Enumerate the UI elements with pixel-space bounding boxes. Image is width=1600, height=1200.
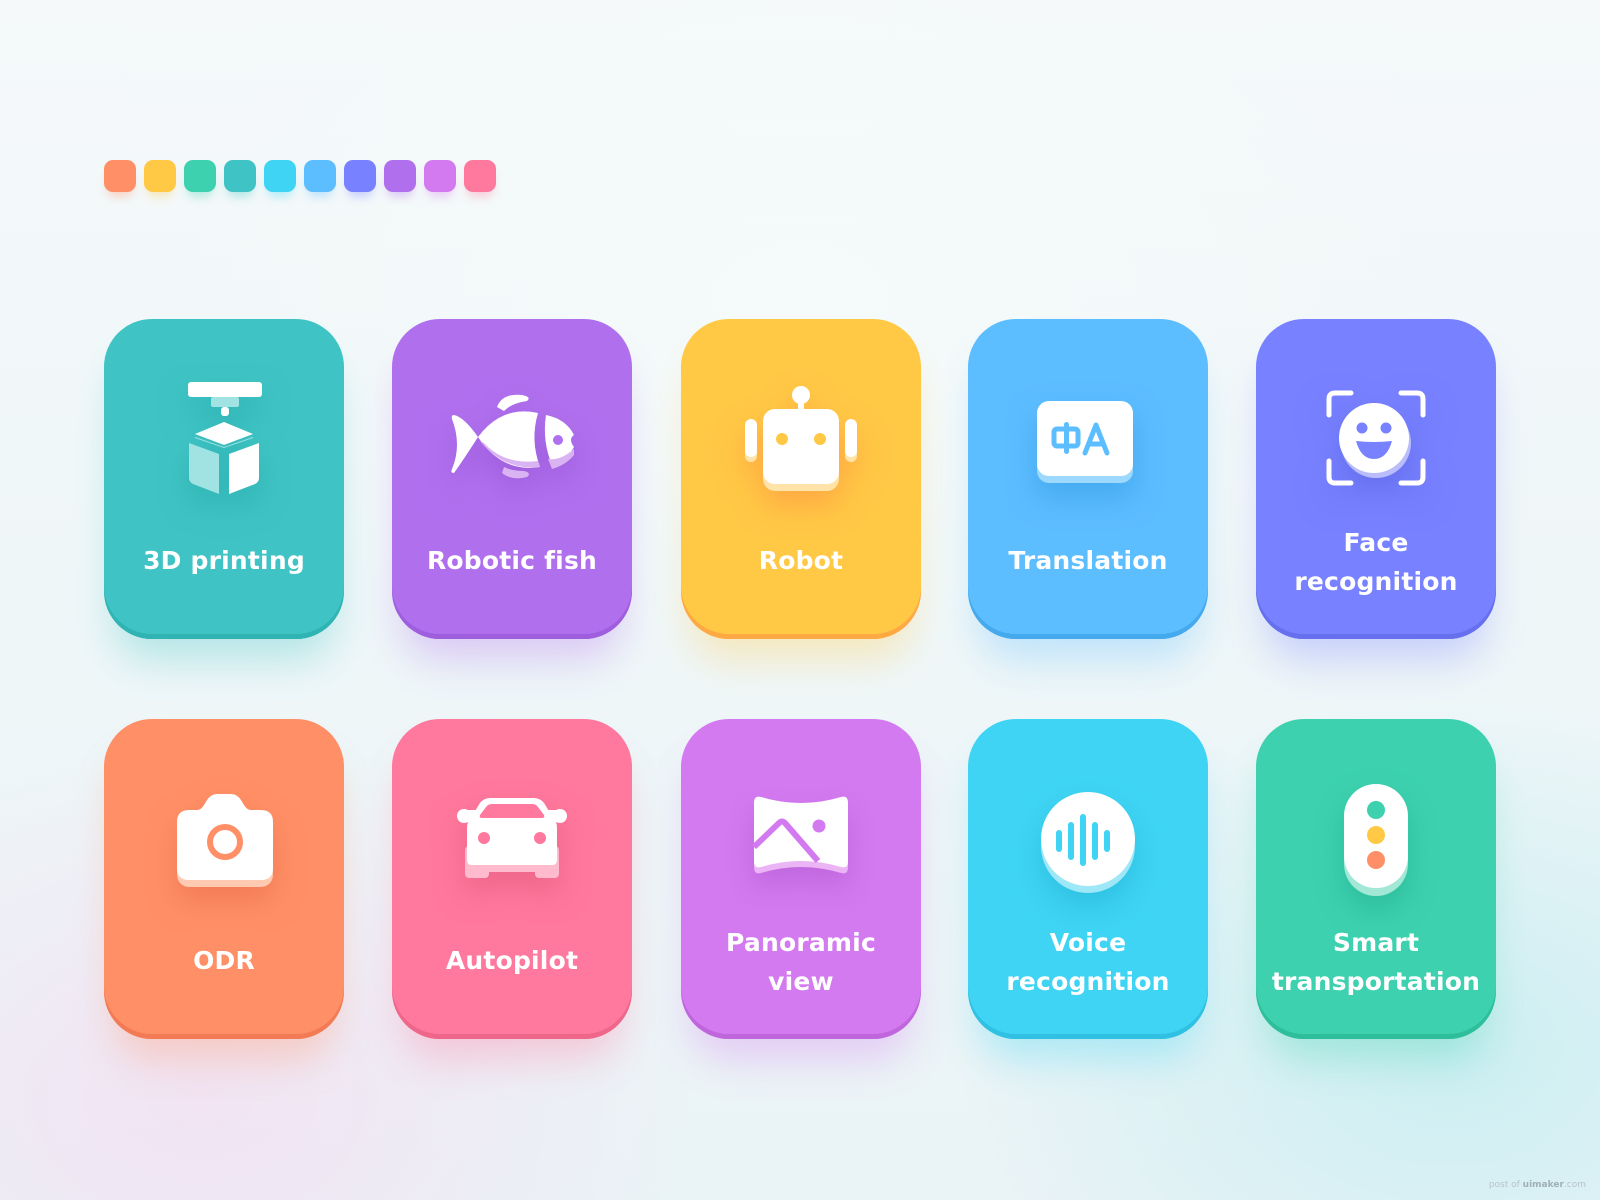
card-robotic-fish[interactable]: Robotic fish bbox=[392, 319, 632, 639]
card-panoramic-view[interactable]: Panoramic view bbox=[681, 719, 921, 1039]
swatch-yellow bbox=[144, 160, 176, 192]
panorama-icon bbox=[731, 775, 871, 905]
card-autopilot[interactable]: Autopilot bbox=[392, 719, 632, 1039]
swatch-purple bbox=[384, 160, 416, 192]
card-label: Translation bbox=[1008, 546, 1168, 575]
card-label: ODR bbox=[193, 946, 255, 975]
3d-printer-icon bbox=[154, 375, 294, 505]
card-label: Robot bbox=[758, 546, 844, 575]
card-label-line2: transportation bbox=[1271, 967, 1481, 996]
voice-wave-icon bbox=[1018, 775, 1158, 905]
car-icon bbox=[442, 775, 582, 905]
swatch-indigo bbox=[344, 160, 376, 192]
robot-icon bbox=[731, 375, 871, 505]
card-label-line2: recognition bbox=[1006, 967, 1170, 996]
card-label: Autopilot bbox=[445, 946, 579, 975]
card-label: 3D printing bbox=[143, 546, 305, 575]
card-label-line1: Face bbox=[1343, 528, 1409, 557]
swatch-sky-blue bbox=[304, 160, 336, 192]
card-robot[interactable]: Robot bbox=[681, 319, 921, 639]
card-label-line1: Voice bbox=[1049, 928, 1127, 957]
swatch-violet bbox=[424, 160, 456, 192]
swatch-pink bbox=[464, 160, 496, 192]
card-translation[interactable]: Translation bbox=[968, 319, 1208, 639]
card-smart-transportation[interactable]: Smart transportation bbox=[1256, 719, 1496, 1039]
swatch-teal bbox=[224, 160, 256, 192]
card-3d-printing[interactable]: 3D printing bbox=[104, 319, 344, 639]
card-label: Robotic fish bbox=[426, 546, 598, 575]
swatch-cyan bbox=[264, 160, 296, 192]
card-label-line1: Smart bbox=[1332, 928, 1420, 957]
card-label-line2: view bbox=[768, 967, 834, 996]
camera-icon bbox=[154, 775, 294, 905]
card-label-line1: Panoramic bbox=[726, 928, 876, 957]
card-odr[interactable]: ODR bbox=[104, 719, 344, 1039]
face-recognition-icon bbox=[1306, 375, 1446, 505]
color-palette bbox=[104, 160, 496, 192]
translation-icon bbox=[1018, 375, 1158, 505]
card-label-line2: recognition bbox=[1294, 567, 1458, 596]
traffic-light-icon bbox=[1306, 775, 1446, 905]
card-face-recognition[interactable]: Face recognition bbox=[1256, 319, 1496, 639]
card-voice-recognition[interactable]: Voice recognition bbox=[968, 719, 1208, 1039]
swatch-orange bbox=[104, 160, 136, 192]
watermark: post of uimaker.com bbox=[1488, 1180, 1586, 1190]
fish-icon bbox=[442, 375, 582, 505]
swatch-green bbox=[184, 160, 216, 192]
